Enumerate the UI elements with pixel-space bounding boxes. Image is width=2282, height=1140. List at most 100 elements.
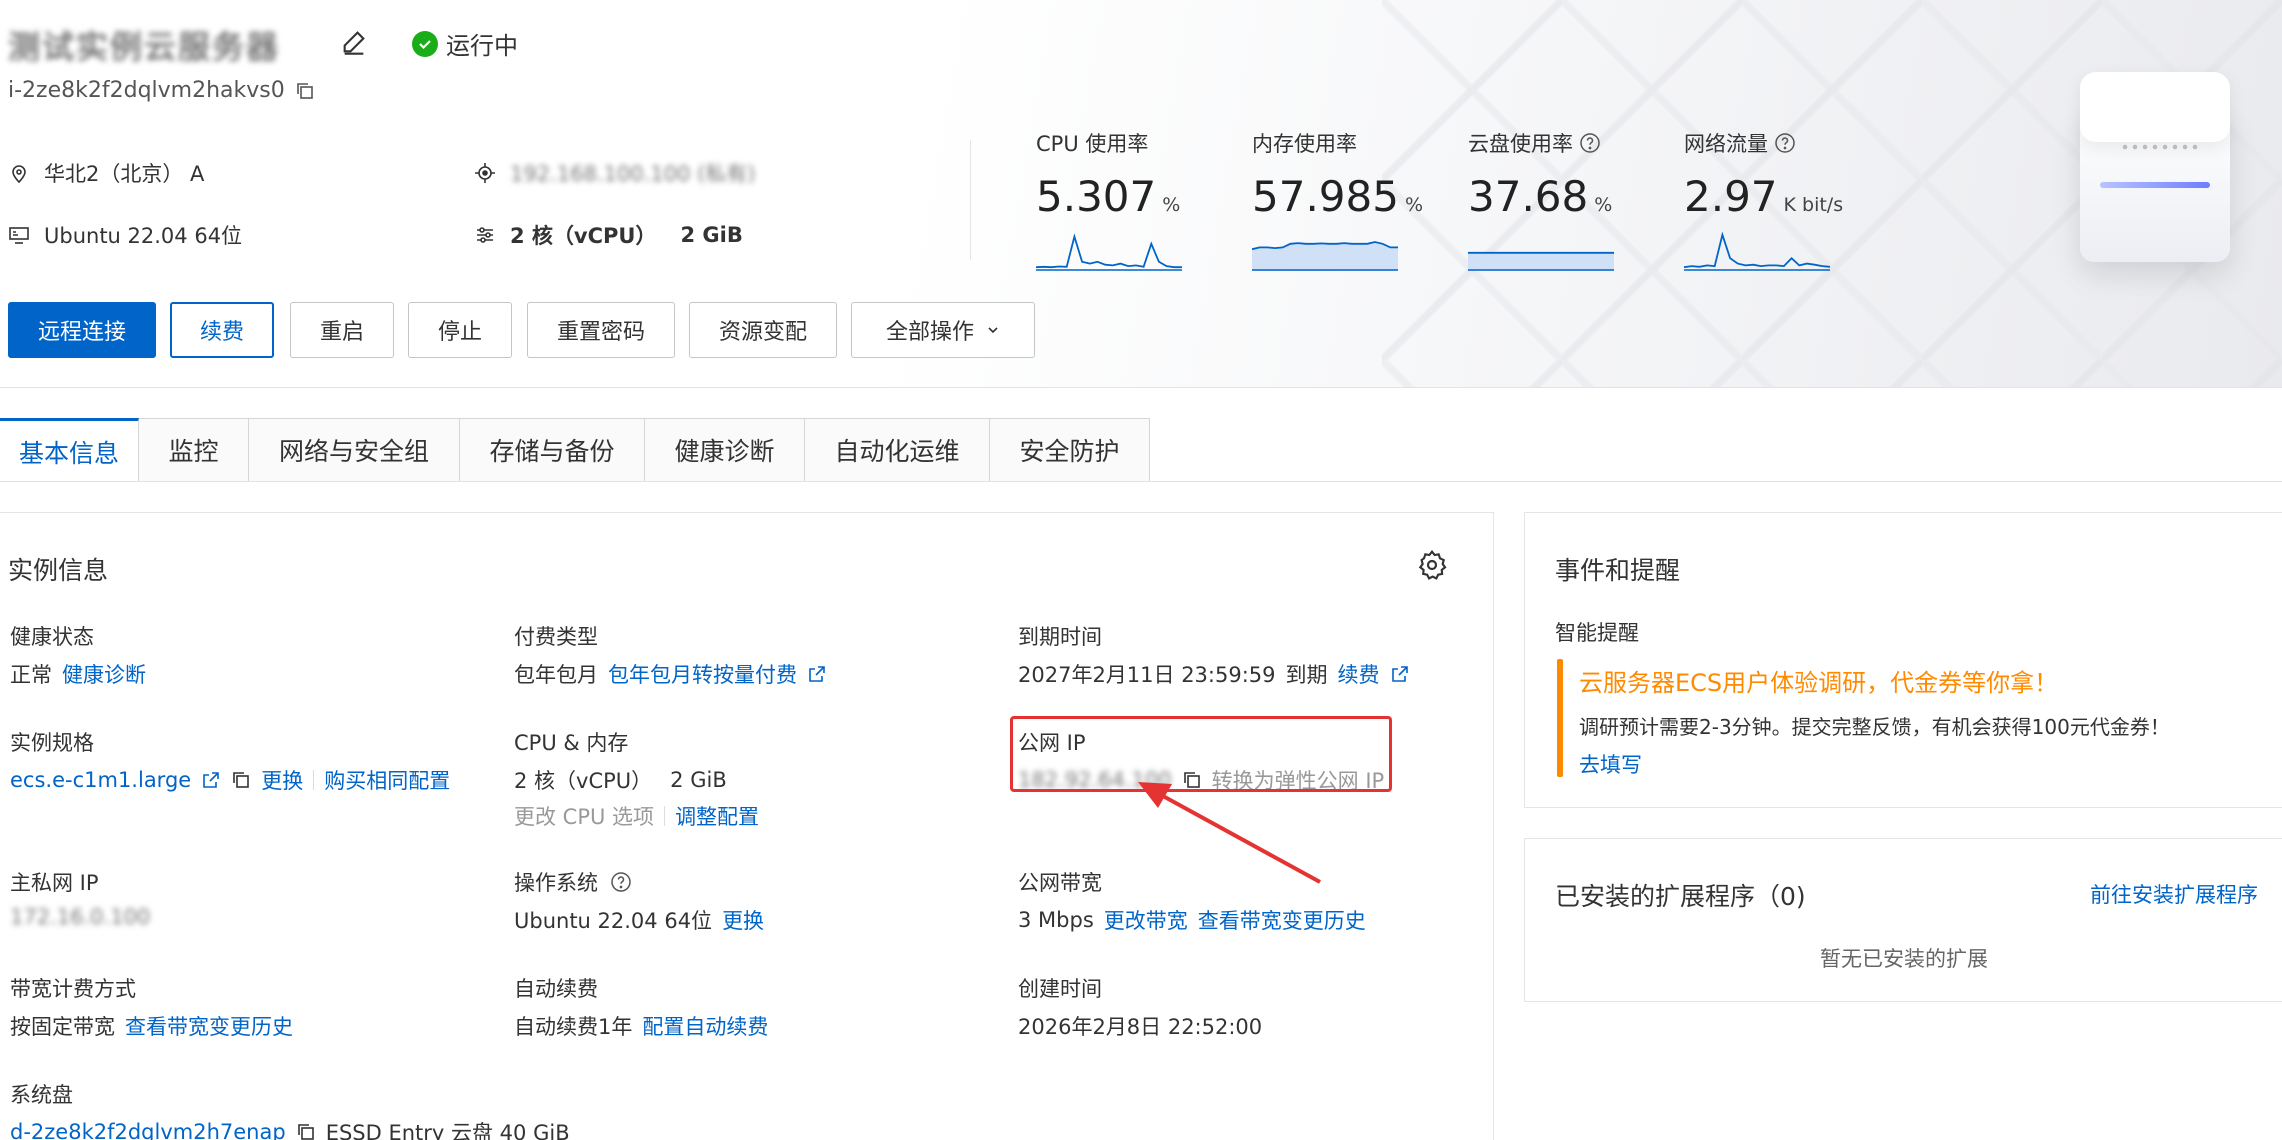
install-extension-link[interactable]: 前往安装扩展程序	[2090, 879, 2258, 909]
created-value: 2026年2月8日 22:52:00	[1018, 1015, 1263, 1039]
expire-row: 2027年2月11日 23:59:59 到期 续费	[1018, 659, 1410, 689]
events-title: 事件和提醒	[1555, 556, 1681, 585]
gear-icon[interactable]	[1416, 549, 1448, 581]
health-diagnosis-link[interactable]: 健康诊断	[62, 659, 146, 689]
help-icon[interactable]	[1579, 132, 1601, 154]
copy-icon[interactable]	[295, 81, 315, 101]
bandwidth-history-link[interactable]: 查看带宽变更历史	[1198, 905, 1366, 935]
convert-billing-link[interactable]: 包年包月转按量付费	[608, 659, 797, 689]
metric-cpu[interactable]: CPU 使用率 5.307%	[1036, 128, 1236, 271]
expire-label: 到期时间	[1018, 625, 1102, 649]
tab-monitoring[interactable]: 监控	[139, 418, 249, 482]
spec-cpu: 2 核（vCPU）	[510, 224, 657, 248]
sparkline-line	[1036, 233, 1182, 269]
os-label-row: 操作系统	[514, 867, 632, 897]
bw-billing-history-link[interactable]: 查看带宽变更历史	[125, 1011, 293, 1041]
private-ip-row: 172.16.0.100	[10, 905, 150, 929]
change-bandwidth-link[interactable]: 更改带宽	[1104, 905, 1188, 935]
cpu-option-link[interactable]: 更改 CPU 选项	[514, 801, 654, 831]
system-disk-link[interactable]: d-2ze8k2f2dqlvm2h7enap	[10, 1120, 286, 1140]
os-change-link[interactable]: 更换	[722, 905, 764, 935]
external-link-icon[interactable]	[201, 770, 221, 790]
edit-icon[interactable]	[340, 28, 368, 56]
sparkline-disk	[1468, 251, 1614, 271]
os-text: Ubuntu 22.04 64位	[44, 224, 243, 248]
card-title: 实例信息	[8, 556, 109, 585]
autorenew-row: 自动续费1年 配置自动续费	[514, 1011, 768, 1041]
instance-name: 测试实例云服务器	[8, 28, 281, 66]
expire-value: 2027年2月11日 23:59:59	[1018, 663, 1276, 687]
sparkline-area	[1468, 252, 1614, 271]
metric-network[interactable]: 网络流量 2.97 K bit/s	[1684, 128, 1884, 271]
metric-value: 2.97	[1684, 172, 1778, 221]
help-icon[interactable]	[1774, 132, 1796, 154]
health-label: 健康状态	[10, 625, 94, 649]
tab-basic-info[interactable]: 基本信息	[0, 418, 139, 482]
buy-same-link[interactable]: 购买相同配置	[324, 765, 450, 795]
spec-label: 实例规格	[10, 731, 94, 755]
spec-link[interactable]: ecs.e-c1m1.large	[10, 768, 191, 792]
annotation-arrow-icon	[1138, 782, 1321, 884]
status-badge: 运行中	[412, 26, 518, 61]
pay-type-value: 包年包月	[514, 663, 598, 687]
metric-memory[interactable]: 内存使用率 57.985%	[1252, 128, 1452, 271]
tab-automation-ops[interactable]: 自动化运维	[805, 418, 990, 482]
remote-connect-button[interactable]: 远程连接	[8, 302, 156, 358]
notice-title[interactable]: 云服务器ECS用户体验调研，代金券等你拿！	[1579, 663, 2058, 698]
renew-button[interactable]: 续费	[170, 302, 274, 358]
tab-health-diagnosis[interactable]: 健康诊断	[645, 418, 805, 482]
spec-row: ecs.e-c1m1.large 更换 购买相同配置	[10, 765, 450, 795]
os-label: 操作系统	[514, 871, 598, 895]
bw-billing-label: 带宽计费方式	[10, 977, 136, 1001]
metric-value: 5.307	[1036, 172, 1157, 221]
smart-reminder-label: 智能提醒	[1555, 621, 1639, 645]
bw-billing-row: 按固定带宽 查看带宽变更历史	[10, 1011, 293, 1041]
os-row: Ubuntu 22.04 64位 更换	[514, 905, 764, 935]
copy-icon[interactable]	[231, 770, 251, 790]
ip-text: 192.168.100.100 (私有)	[510, 162, 756, 186]
fill-survey-link[interactable]: 去填写	[1579, 749, 1642, 779]
config-autorenew-link[interactable]: 配置自动续费	[642, 1011, 768, 1041]
cpu-mem-row: 2 核（vCPU） 2 GiB	[514, 765, 727, 795]
external-link-icon[interactable]	[1390, 664, 1410, 684]
change-spec-button[interactable]: 资源变配	[689, 302, 837, 358]
sparkline-area	[1252, 242, 1398, 271]
target-icon	[475, 163, 495, 183]
created-label: 创建时间	[1018, 977, 1102, 1001]
expire-suffix: 到期	[1285, 663, 1328, 687]
sparkline-line	[1684, 231, 1830, 269]
separator	[313, 770, 315, 790]
bandwidth-label: 公网带宽	[1018, 871, 1102, 895]
bw-billing-value: 按固定带宽	[10, 1015, 115, 1039]
tab-storage-backup[interactable]: 存储与备份	[460, 418, 645, 482]
extensions-card: 已安装的扩展程序（0) 前往安装扩展程序 暂无已安装的扩展	[1524, 838, 2282, 1002]
all-operations-button[interactable]: 全部操作	[851, 302, 1035, 358]
pay-type-label: 付费类型	[514, 625, 598, 649]
renew-link[interactable]: 续费	[1338, 659, 1380, 689]
stop-button[interactable]: 停止	[408, 302, 512, 358]
instance-header: 测试实例云服务器 运行中 i-2ze8k2f2dqlvm2hakvs0 华北2（…	[0, 0, 2282, 388]
region-row: 华北2（北京） A	[8, 158, 204, 188]
external-link-icon[interactable]	[807, 664, 827, 684]
extensions-empty-text: 暂无已安装的扩展	[1820, 947, 1988, 971]
notice-accent-bar	[1557, 659, 1563, 777]
instance-id: i-2ze8k2f2dqlvm2hakvs0	[8, 78, 315, 103]
extensions-title: 已安装的扩展程序（0)	[1555, 882, 1806, 911]
private-ip-value: 172.16.0.100	[10, 905, 151, 929]
copy-icon[interactable]	[296, 1122, 316, 1140]
tab-network-security[interactable]: 网络与安全组	[249, 418, 460, 482]
health-value: 正常	[10, 663, 52, 687]
adjust-config-link[interactable]: 调整配置	[675, 801, 759, 831]
restart-button[interactable]: 重启	[290, 302, 394, 358]
metric-disk[interactable]: 云盘使用率 37.68%	[1468, 128, 1668, 271]
check-circle-icon	[412, 30, 438, 57]
metric-label: 网络流量	[1684, 132, 1768, 156]
cpu-mem-label: CPU & 内存	[514, 731, 629, 755]
location-icon	[12, 165, 26, 184]
spec-change-link[interactable]: 更换	[261, 765, 303, 795]
tab-security[interactable]: 安全防护	[990, 418, 1150, 482]
metric-unit: %	[1594, 194, 1613, 216]
help-icon[interactable]	[610, 871, 632, 893]
reset-password-button[interactable]: 重置密码	[527, 302, 675, 358]
private-ip-label: 主私网 IP	[10, 871, 99, 895]
